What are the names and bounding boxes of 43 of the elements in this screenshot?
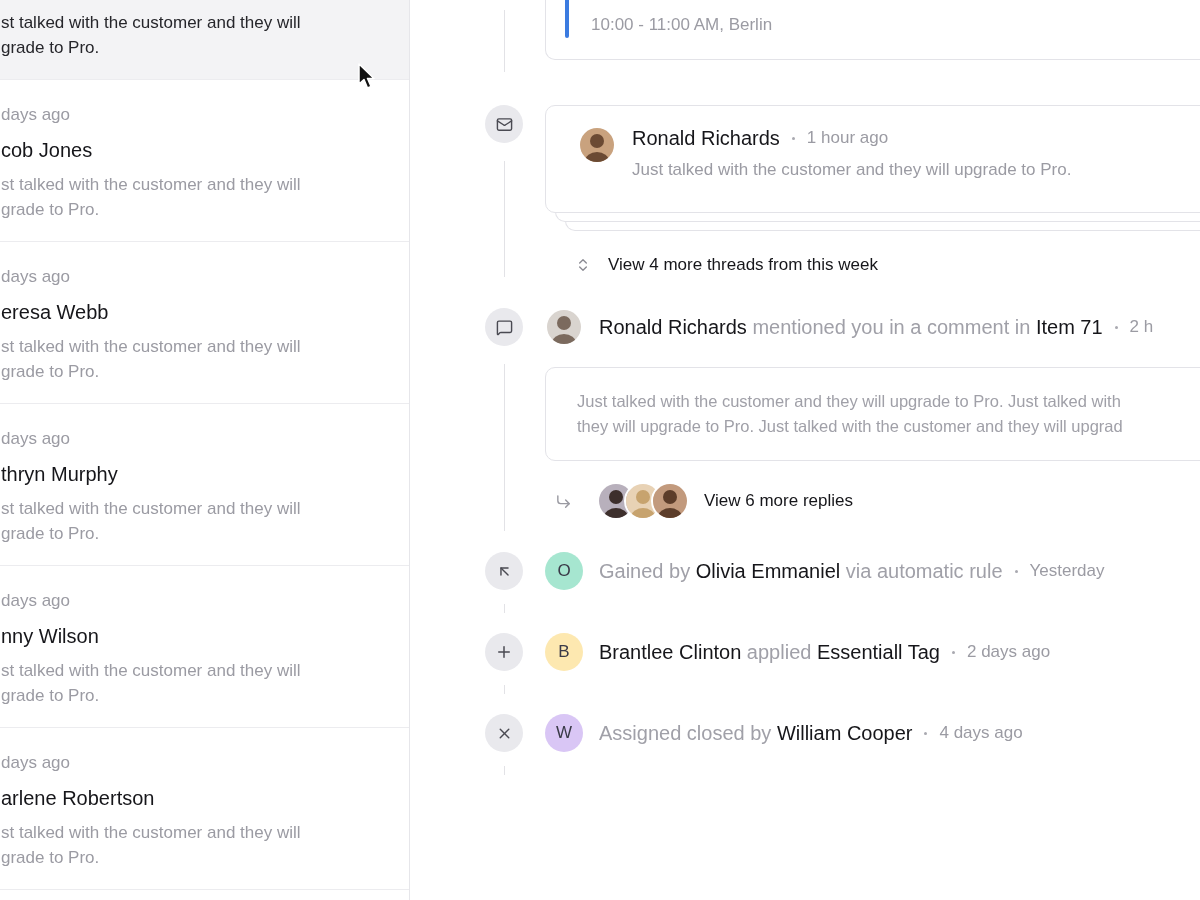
message-preview: grade to Pro. [1,523,101,545]
item-time: days ago [1,266,71,288]
message-preview: grade to Pro. [1,361,101,383]
activity-text: Brantlee Clinton applied Essentiall Tag [599,640,940,664]
comment-text: they will upgrade to Pro. Just talked with the customer and they will upgrad [577,416,1124,437]
comment-text: Just talked with the customer and they will upgrade to Pro. Just talked with [577,391,1122,412]
timestamp: 4 days ago [939,723,1023,743]
message-preview: st talked with the customer and they will [1,174,302,196]
mention-text: Ronald Richards mentioned you in a comment in Item 71 [599,315,1103,339]
more-replies-link[interactable]: View 6 more replies [704,491,853,511]
item-time: days ago [1,428,71,450]
letter-avatar: B [545,633,583,671]
thread-card[interactable]: Ronald Richards 1 hour ago Just talked with the customer and they will upgrade to Pro. [545,105,1200,213]
more-threads-link[interactable]: View 4 more threads from this week [545,253,878,277]
timestamp: 2 h [1129,317,1154,337]
message-preview: grade to Pro. [1,847,101,869]
timestamp: Yesterday [1029,561,1105,581]
activity-text: Gained by Olivia Emmaniel via automatic rule [599,559,1003,583]
message-text: Just talked with the customer and they will upgrade to Pro. [632,160,1072,180]
message-preview: st talked with the customer and they will [1,336,302,358]
item-time: days ago [1,104,71,126]
conversation-item[interactable]: st talked with the customer and they will grade to Pro. [0,0,409,80]
author-name: Ronald Richards [632,126,780,150]
activity-text: Assigned closed by William Cooper [599,721,913,745]
message-preview: grade to Pro. [1,199,101,221]
contact-name: nny Wilson [1,624,100,648]
timestamp: 1 hour ago [806,128,889,148]
item-time: days ago [1,752,71,774]
event-time: 10:00 - 11:00 AM, Berlin [591,14,773,36]
contact-name: thryn Murphy [1,462,119,486]
message-preview: grade to Pro. [1,685,101,707]
letter-avatar: O [545,552,583,590]
letter-avatar: W [545,714,583,752]
message-preview: st talked with the customer and they will [1,660,302,682]
message-preview: grade to Pro. [1,37,101,59]
message-preview: st talked with the customer and they will [1,822,302,844]
item-time: days ago [1,590,71,612]
contact-name: arlene Robertson [1,786,156,810]
contact-name: cob Jones [1,138,94,162]
timestamp: 2 days ago [967,642,1051,662]
message-preview: st talked with the customer and they will [1,498,302,520]
message-preview: st talked with the customer and they will [1,12,302,34]
contact-name: eresa Webb [1,300,110,324]
